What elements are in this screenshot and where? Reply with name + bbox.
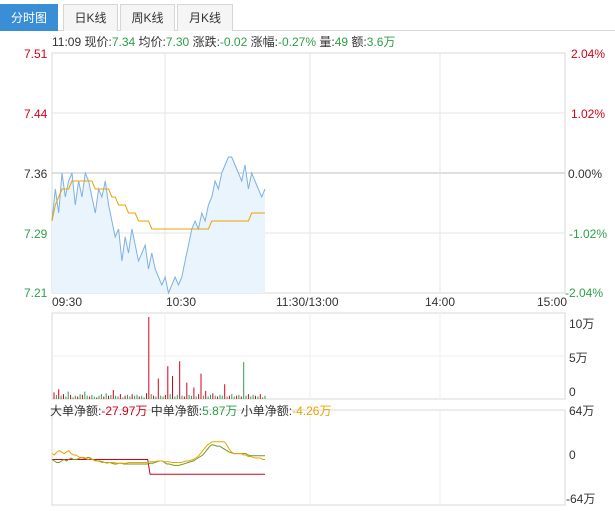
time-tick-4: 15:00 <box>537 295 567 309</box>
price-tick-left-4: 7.21 <box>24 286 48 300</box>
big-net-value: -27.97万 <box>101 404 148 418</box>
price-tick-left-1: 7.44 <box>24 107 48 121</box>
big-net-line <box>52 459 265 475</box>
amt-value: 3.6万 <box>366 35 396 49</box>
mid-net-value: 5.87万 <box>202 404 238 418</box>
pct-tick-right-0: 2.04% <box>571 47 605 61</box>
volume-tick-0: 10万 <box>569 317 594 331</box>
price-tick-left-3: 7.29 <box>24 227 48 241</box>
time-tick-0: 09:30 <box>52 295 82 309</box>
pct-value: -0.27% <box>277 35 316 49</box>
net-flow-legend: 大单净额:-27.97万 中单净额:5.87万 小单净额:-4.26万 <box>50 402 331 419</box>
volume-panel-frame <box>51 312 566 400</box>
vol-label: 量: <box>319 35 335 49</box>
price-tick-left-2: 7.36 <box>24 167 48 181</box>
volume-bars <box>53 317 266 399</box>
quote-time: 11:09 <box>52 35 82 49</box>
flow-lines <box>51 441 265 475</box>
time-tick-3: 14:00 <box>425 295 455 309</box>
small-net-line <box>51 441 265 464</box>
tab-daily-k[interactable]: 日K线 <box>63 4 118 31</box>
volume-tick-1: 5万 <box>569 351 588 365</box>
big-net-label: 大单净额: <box>50 404 102 418</box>
pct-tick-right-3: -1.02% <box>569 227 607 241</box>
price-area-fill <box>52 157 265 293</box>
avg-value: 7.30 <box>165 35 190 49</box>
mid-net-label: 中单净额: <box>150 404 203 418</box>
flow-tick-0: 64万 <box>569 404 594 418</box>
pct-label: 涨幅: <box>250 35 278 49</box>
intraday-chart[interactable]: 7.51 7.44 7.36 7.29 7.21 2.04% 1.02% 0.0… <box>0 0 615 511</box>
axis-labels: 7.51 7.44 7.36 7.29 7.21 2.04% 1.02% 0.0… <box>24 47 607 506</box>
vol-value: 49 <box>334 35 349 49</box>
change-value: -0.02 <box>219 35 248 49</box>
chart-grid <box>51 52 566 506</box>
mid-net-line <box>51 444 265 466</box>
small-net-label: 小单净额: <box>240 404 293 418</box>
price-value: 7.34 <box>111 35 136 49</box>
quote-info-bar: 11:09 现价:7.34 均价:7.30 涨跌:-0.02 涨幅:-0.27%… <box>52 33 395 50</box>
change-label: 涨跌: <box>192 35 220 49</box>
avg-price-line <box>51 180 265 230</box>
price-tick-left-0: 7.51 <box>24 47 48 61</box>
price-label: 现价: <box>84 35 112 49</box>
price-area <box>52 157 265 293</box>
avg-label: 均价: <box>138 35 166 49</box>
flow-tick-1: 0 <box>569 448 576 462</box>
tab-intraday[interactable]: 分时图 <box>0 4 58 31</box>
chart-tab-bar: 分时图 日K线 周K线 月K线 <box>0 0 615 31</box>
price-line <box>51 156 266 295</box>
amt-label: 额: <box>351 35 367 49</box>
flow-tick-2: -64万 <box>566 492 595 506</box>
time-tick-2: 11:30/13:00 <box>276 295 339 309</box>
price-lines <box>51 156 266 295</box>
flow-panel-frame <box>51 409 566 506</box>
pct-tick-right-1: 1.02% <box>571 107 605 121</box>
tab-monthly-k[interactable]: 月K线 <box>177 4 233 31</box>
pct-tick-right-2: 0.00% <box>568 167 602 181</box>
pct-tick-right-4: -2.04% <box>565 286 603 300</box>
volume-tick-2: 0 <box>569 385 576 399</box>
price-panel-frame <box>51 52 566 294</box>
small-net-value: -4.26万 <box>292 404 332 418</box>
tab-weekly-k[interactable]: 周K线 <box>120 4 175 31</box>
time-tick-1: 10:30 <box>166 295 196 309</box>
